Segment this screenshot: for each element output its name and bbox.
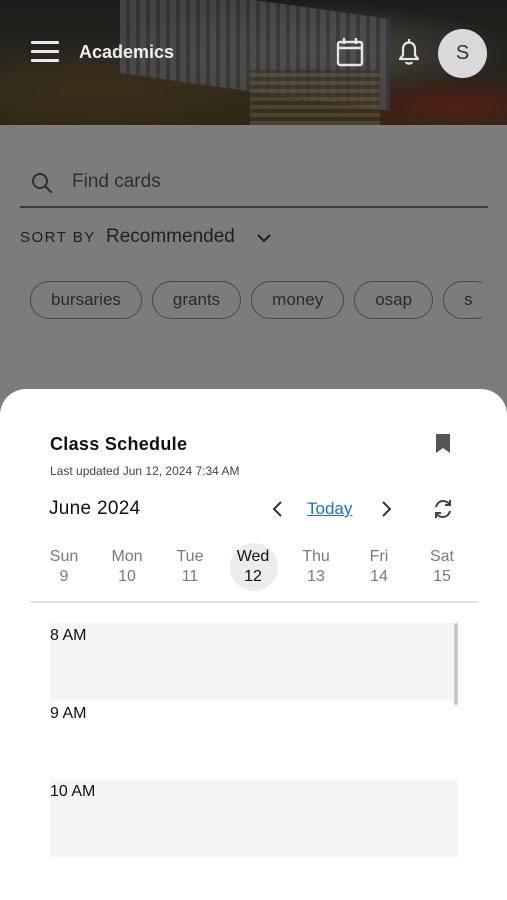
timeline-scrollbar[interactable] (454, 623, 458, 705)
filter-chips: bursaries grants money osap s (30, 281, 482, 321)
day-number: 14 (370, 568, 388, 585)
last-updated-text: Last updated Jun 12, 2024 7:34 AM (50, 464, 240, 478)
bookmark-icon[interactable] (434, 433, 452, 460)
chip-partial[interactable]: s (443, 281, 482, 319)
day-thu[interactable]: Thu 13 (285, 547, 347, 587)
class-schedule-sheet: Class Schedule Last updated Jun 12, 2024… (0, 389, 507, 900)
chevron-left-icon[interactable] (268, 499, 288, 524)
day-name: Fri (369, 548, 389, 565)
hamburger-menu-icon[interactable] (31, 41, 59, 63)
refresh-icon[interactable] (431, 497, 455, 526)
time-label: 8 AM (50, 627, 87, 644)
day-number: 12 (244, 568, 262, 585)
avatar[interactable]: S (438, 29, 487, 78)
schedule-timeline[interactable]: 8 AM 9 AM 10 AM (50, 623, 458, 900)
chevron-down-icon[interactable] (256, 231, 272, 249)
time-label: 10 AM (50, 783, 96, 800)
day-fri[interactable]: Fri 14 (348, 547, 410, 587)
day-number: 9 (59, 568, 69, 585)
sort-dropdown-value[interactable]: Recommended (106, 226, 235, 248)
calendar-icon[interactable] (335, 36, 365, 68)
day-sat[interactable]: Sat 15 (411, 547, 473, 587)
time-slot: 10 AM (50, 779, 458, 857)
day-tue[interactable]: Tue 11 (159, 547, 221, 587)
app-title: Academics (79, 42, 175, 62)
day-number: 15 (433, 568, 451, 585)
chip-osap[interactable]: osap (354, 281, 434, 319)
time-slot: 9 AM (50, 701, 458, 779)
avatar-initial: S (455, 42, 470, 64)
search-bar[interactable] (20, 163, 488, 208)
day-number: 10 (118, 568, 136, 585)
day-wed[interactable]: Wed 12 (222, 547, 284, 587)
chip-grants[interactable]: grants (151, 281, 242, 319)
app-header: Academics S (0, 0, 507, 125)
bell-icon[interactable] (394, 36, 424, 68)
day-mon[interactable]: Mon 10 (96, 547, 158, 587)
header-dim-overlay (0, 0, 507, 125)
day-name: Tue (176, 548, 204, 565)
day-name: Wed (236, 548, 270, 565)
day-strip-divider (30, 601, 478, 603)
chip-bursaries[interactable]: bursaries (30, 281, 142, 319)
month-label: June 2024 (49, 498, 141, 519)
sort-label: SORT BY (20, 229, 96, 246)
time-slot: 8 AM (50, 623, 458, 701)
week-day-strip: Sun 9 Mon 10 Tue 11 Wed 12 Thu 13 Fri 14… (33, 547, 473, 591)
day-number: 13 (307, 568, 325, 585)
day-number: 11 (181, 568, 199, 585)
time-label: 9 AM (50, 705, 87, 722)
day-name: Sat (429, 548, 454, 565)
search-icon (30, 171, 54, 200)
chevron-right-icon[interactable] (376, 499, 396, 524)
today-link[interactable]: Today (307, 499, 352, 519)
day-name: Mon (111, 548, 143, 565)
search-input[interactable] (72, 171, 472, 193)
day-sun[interactable]: Sun 9 (33, 547, 95, 587)
day-name: Thu (302, 548, 330, 565)
sheet-title: Class Schedule (50, 434, 188, 454)
day-name: Sun (49, 548, 79, 565)
chip-money[interactable]: money (251, 281, 345, 319)
